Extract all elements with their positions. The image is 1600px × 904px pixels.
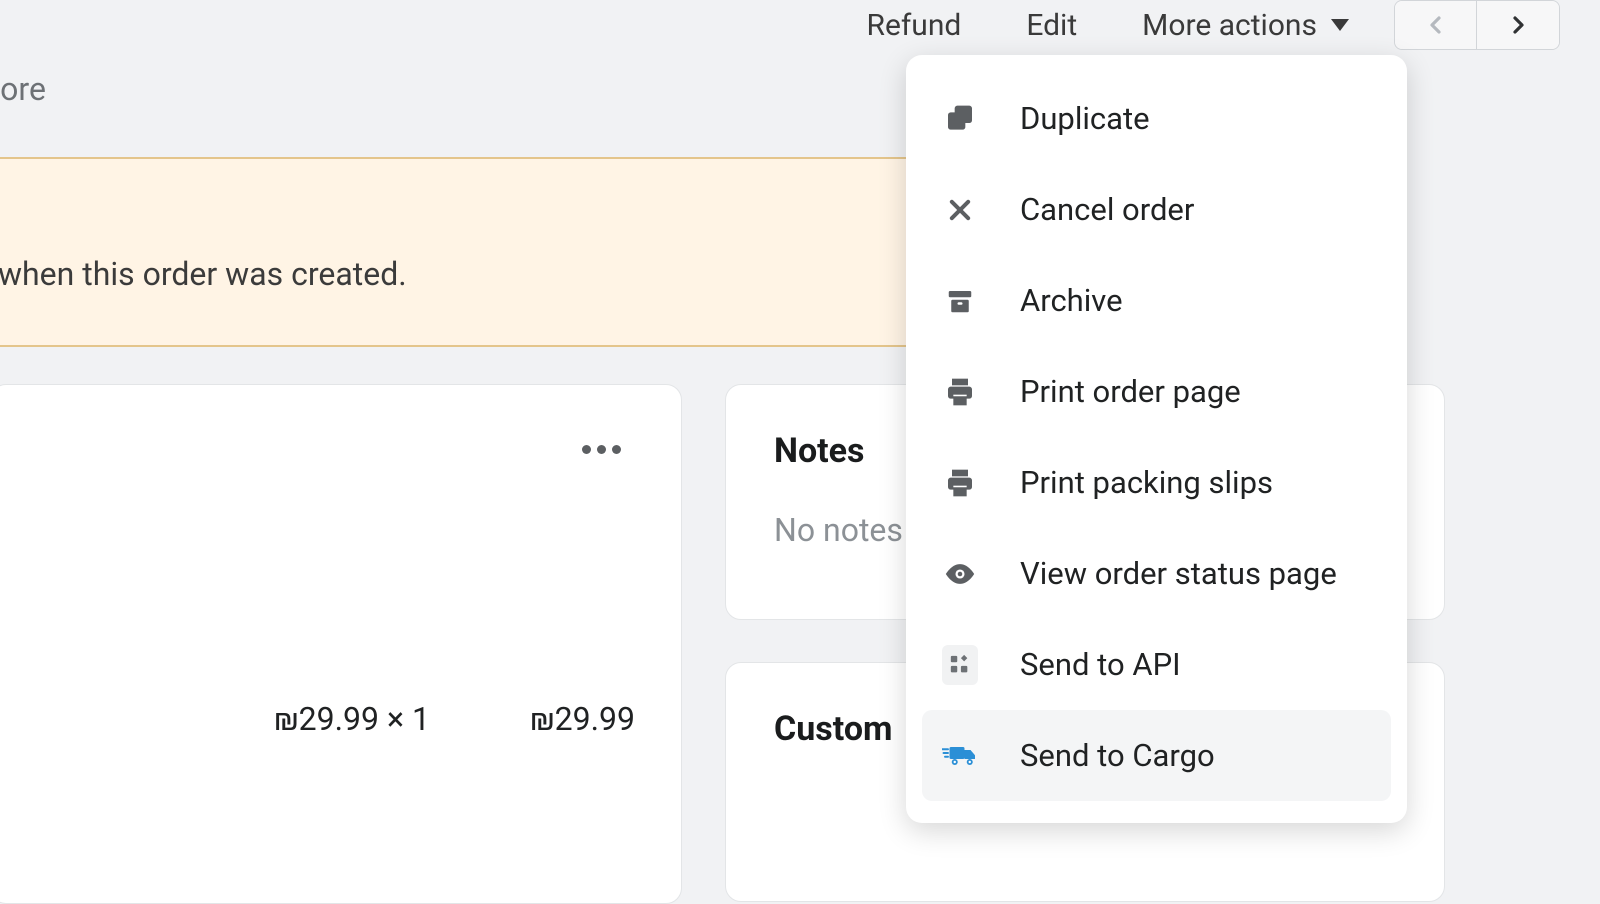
line-item-total: ₪29.99 [530, 700, 635, 738]
line-item-unit-qty: ₪29.99 × 1 [274, 700, 430, 738]
dot-icon [612, 445, 621, 454]
widgets-icon [942, 647, 978, 683]
dot-icon [582, 445, 591, 454]
truck-icon [942, 738, 978, 774]
more-actions-label: More actions [1142, 8, 1317, 43]
close-icon [942, 192, 978, 228]
menu-item-label: Duplicate [1020, 100, 1150, 137]
chevron-left-icon [1424, 13, 1448, 37]
edit-button[interactable]: Edit [1026, 8, 1077, 43]
card-overflow-menu-button[interactable] [582, 445, 621, 454]
order-action-bar: Refund Edit More actions [0, 0, 1600, 50]
menu-item-cancel-order[interactable]: Cancel order [922, 164, 1391, 255]
eye-icon [942, 556, 978, 592]
menu-item-send-cargo[interactable]: Send to Cargo [922, 710, 1391, 801]
menu-item-archive[interactable]: Archive [922, 255, 1391, 346]
dot-icon [597, 445, 606, 454]
print-icon [942, 465, 978, 501]
line-item-row: ₪29.99 × 1 ₪29.99 [0, 700, 635, 738]
menu-item-duplicate[interactable]: Duplicate [922, 73, 1391, 164]
prev-order-button[interactable] [1395, 1, 1477, 49]
next-order-button[interactable] [1477, 1, 1559, 49]
line-items-card: ₪29.99 × 1 ₪29.99 [0, 384, 682, 904]
warning-text: when this order was created. [0, 255, 407, 293]
more-actions-button[interactable]: More actions [1142, 8, 1349, 43]
store-label-fragment: tore [0, 70, 46, 108]
chevron-right-icon [1506, 13, 1530, 37]
order-pager [1394, 0, 1560, 50]
archive-icon [942, 283, 978, 319]
more-actions-menu: Duplicate Cancel order Archive Print ord… [906, 55, 1407, 823]
chevron-down-icon [1331, 19, 1349, 31]
menu-item-print-order[interactable]: Print order page [922, 346, 1391, 437]
menu-item-print-packing[interactable]: Print packing slips [922, 437, 1391, 528]
menu-item-label: Print packing slips [1020, 464, 1273, 501]
menu-item-label: Archive [1020, 282, 1123, 319]
refund-button[interactable]: Refund [866, 8, 961, 43]
warning-banner: when this order was created. [0, 157, 907, 347]
print-icon [942, 374, 978, 410]
menu-item-label: View order status page [1020, 555, 1337, 592]
menu-item-label: Send to API [1020, 646, 1181, 683]
duplicate-icon [942, 101, 978, 137]
menu-item-label: Cancel order [1020, 191, 1194, 228]
menu-item-view-status[interactable]: View order status page [922, 528, 1391, 619]
menu-item-label: Send to Cargo [1020, 737, 1215, 774]
menu-item-send-api[interactable]: Send to API [922, 619, 1391, 710]
menu-item-label: Print order page [1020, 373, 1241, 410]
